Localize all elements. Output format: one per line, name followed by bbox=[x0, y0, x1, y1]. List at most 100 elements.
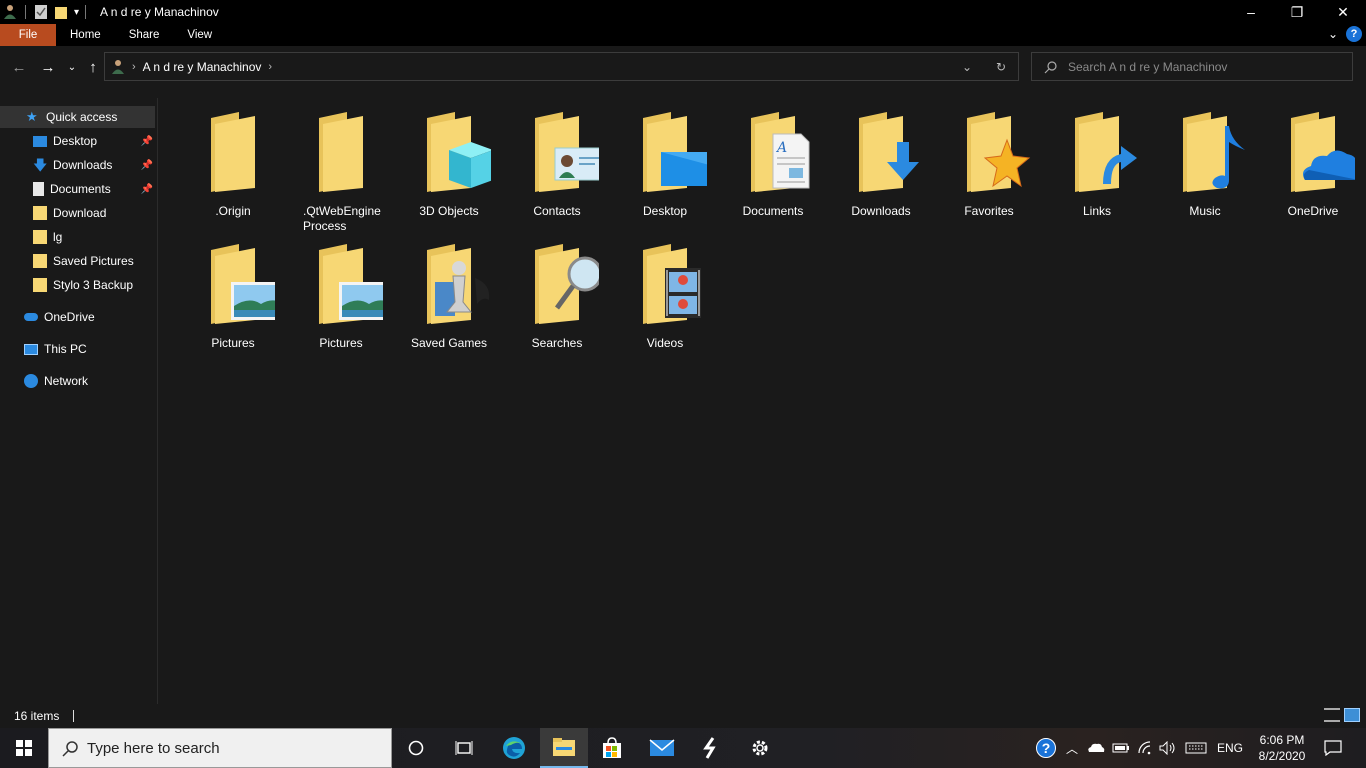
action-center-button[interactable] bbox=[1318, 728, 1348, 768]
folder-item[interactable]: Desktop bbox=[615, 98, 715, 226]
pin-icon[interactable]: 📌 bbox=[141, 136, 153, 147]
breadcrumb-item[interactable]: A n d re y Manachinov bbox=[143, 60, 262, 74]
folder-label: Pictures bbox=[211, 336, 255, 350]
folder-item[interactable]: Favorites bbox=[939, 98, 1039, 226]
start-button[interactable] bbox=[0, 728, 48, 768]
cortana-button[interactable] bbox=[392, 728, 440, 768]
file-explorer-app[interactable] bbox=[540, 728, 588, 768]
ribbon-tabs: File Home Share View ⌄ ? bbox=[0, 24, 1366, 46]
folder-item[interactable]: .Origin bbox=[183, 98, 283, 226]
new-folder-icon[interactable] bbox=[54, 4, 68, 20]
sidebar-item-stylo-3-backup[interactable]: Stylo 3 Backup bbox=[0, 274, 155, 296]
sidebar-item-saved-pictures[interactable]: Saved Pictures bbox=[0, 250, 155, 272]
folder-label: Pictures bbox=[319, 336, 363, 350]
sidebar-item-label: Network bbox=[44, 374, 89, 388]
sidebar-item-this-pc[interactable]: This PC bbox=[0, 338, 155, 360]
tab-file[interactable]: File bbox=[0, 24, 56, 46]
large-icons-view-icon[interactable] bbox=[1344, 708, 1360, 722]
folder-item[interactable]: Searches bbox=[507, 230, 607, 358]
documents-folder-icon: A bbox=[751, 112, 810, 192]
customize-toolbar-dropdown-icon[interactable]: ▾ bbox=[74, 7, 79, 18]
toolbar-divider bbox=[85, 5, 87, 19]
recent-locations-chevron-icon[interactable]: ⌄ bbox=[63, 58, 81, 76]
sidebar-item-lg[interactable]: lg bbox=[0, 226, 155, 248]
app-s-shortcut[interactable] bbox=[686, 728, 734, 768]
desktop-folder-icon bbox=[643, 112, 707, 192]
clock-time: 6:06 PM bbox=[1259, 733, 1305, 747]
show-hidden-icons-chevron[interactable]: ︿ bbox=[1063, 728, 1081, 768]
taskbar-search-box[interactable]: Type here to search bbox=[48, 728, 392, 768]
pin-icon[interactable]: 📌 bbox=[141, 184, 153, 195]
folder-item[interactable]: OneDrive bbox=[1263, 98, 1363, 226]
onedrive-tray-icon[interactable] bbox=[1086, 728, 1106, 768]
folder-item[interactable]: Music bbox=[1155, 98, 1255, 226]
address-controls: ⌄ ↻ bbox=[950, 53, 1018, 80]
folder-item[interactable]: Saved Games bbox=[399, 230, 499, 358]
forward-arrow-icon[interactable]: → bbox=[39, 58, 57, 76]
close-button[interactable]: ✕ bbox=[1320, 0, 1366, 24]
sidebar-item-onedrive[interactable]: OneDrive bbox=[0, 306, 155, 328]
searches-folder-icon bbox=[535, 244, 599, 324]
edge-app[interactable] bbox=[490, 728, 538, 768]
breadcrumb-chevron-icon[interactable]: › bbox=[132, 61, 136, 73]
up-arrow-icon[interactable]: ↑ bbox=[84, 58, 102, 76]
sidebar-item-network[interactable]: Network bbox=[0, 370, 155, 392]
saved-games-folder-icon bbox=[427, 244, 490, 324]
properties-icon[interactable] bbox=[34, 4, 48, 20]
sidebar-item-downloads[interactable]: 🡇 Downloads 📌 bbox=[0, 154, 155, 176]
sidebar-item-desktop[interactable]: Desktop 📌 bbox=[0, 130, 155, 152]
minimize-button[interactable]: – bbox=[1228, 0, 1274, 24]
address-bar[interactable]: › A n d re y Manachinov › ⌄ ↻ bbox=[104, 52, 1019, 81]
folder-item[interactable]: Pictures bbox=[291, 230, 391, 358]
help-tray-icon[interactable]: ? bbox=[1034, 728, 1058, 768]
folder-label: Videos bbox=[646, 336, 684, 350]
tab-view[interactable]: View bbox=[173, 24, 226, 46]
notification-icon bbox=[1324, 740, 1342, 756]
pin-icon[interactable]: 📌 bbox=[141, 160, 153, 171]
touch-keyboard-tray-icon[interactable] bbox=[1184, 728, 1208, 768]
refresh-icon[interactable]: ↻ bbox=[984, 60, 1018, 74]
star-icon: ★ bbox=[26, 109, 38, 124]
mail-app[interactable] bbox=[638, 728, 686, 768]
folder-item[interactable]: A Documents bbox=[723, 98, 823, 226]
wifi-tray-icon[interactable] bbox=[1136, 728, 1156, 768]
folder-item[interactable]: Pictures bbox=[183, 230, 283, 358]
folder-icon bbox=[33, 230, 47, 244]
sidebar-item-documents[interactable]: Documents 📌 bbox=[0, 178, 155, 200]
language-indicator[interactable]: ENG bbox=[1214, 728, 1246, 768]
folder-item[interactable]: Links bbox=[1047, 98, 1147, 226]
tab-share[interactable]: Share bbox=[115, 24, 174, 46]
folder-label: 3D Objects bbox=[419, 204, 479, 218]
details-view-icon[interactable] bbox=[1324, 708, 1340, 722]
help-icon[interactable]: ? bbox=[1346, 26, 1362, 42]
search-box[interactable] bbox=[1031, 52, 1353, 81]
folder-item[interactable]: Videos bbox=[615, 230, 715, 358]
view-toggle bbox=[1324, 708, 1360, 722]
3d-objects-folder-icon bbox=[427, 112, 491, 192]
microsoft-store-app[interactable] bbox=[588, 728, 636, 768]
gear-icon bbox=[752, 740, 768, 756]
window-controls: – ❐ ✕ bbox=[1228, 0, 1366, 24]
task-view-button[interactable] bbox=[440, 728, 488, 768]
volume-tray-icon[interactable] bbox=[1158, 728, 1178, 768]
restore-button[interactable]: ❐ bbox=[1274, 0, 1320, 24]
user-folder-icon[interactable] bbox=[3, 4, 17, 20]
settings-app[interactable] bbox=[736, 728, 784, 768]
battery-tray-icon[interactable] bbox=[1111, 728, 1131, 768]
back-arrow-icon[interactable]: ← bbox=[10, 58, 28, 76]
tab-home[interactable]: Home bbox=[56, 24, 115, 46]
search-input[interactable] bbox=[1068, 59, 1348, 74]
breadcrumb-chevron-icon[interactable]: › bbox=[268, 61, 272, 73]
folder-item[interactable]: Downloads bbox=[831, 98, 931, 226]
folder-item[interactable]: .QtWebEngine Process bbox=[291, 98, 391, 233]
expand-ribbon-icon[interactable]: ⌄ bbox=[1328, 27, 1338, 41]
folder-item[interactable]: Contacts bbox=[507, 98, 607, 226]
clock[interactable]: 6:06 PM 8/2/2020 bbox=[1248, 732, 1316, 764]
sidebar-item-quick-access[interactable]: ★ Quick access bbox=[0, 106, 155, 128]
desktop-icon bbox=[33, 135, 47, 147]
wifi-icon bbox=[1138, 741, 1151, 755]
sidebar-item-download[interactable]: Download bbox=[0, 202, 155, 224]
folder-item[interactable]: 3D Objects bbox=[399, 98, 499, 226]
sidebar-item-label: Desktop bbox=[53, 134, 98, 148]
address-history-dropdown-icon[interactable]: ⌄ bbox=[950, 60, 984, 74]
